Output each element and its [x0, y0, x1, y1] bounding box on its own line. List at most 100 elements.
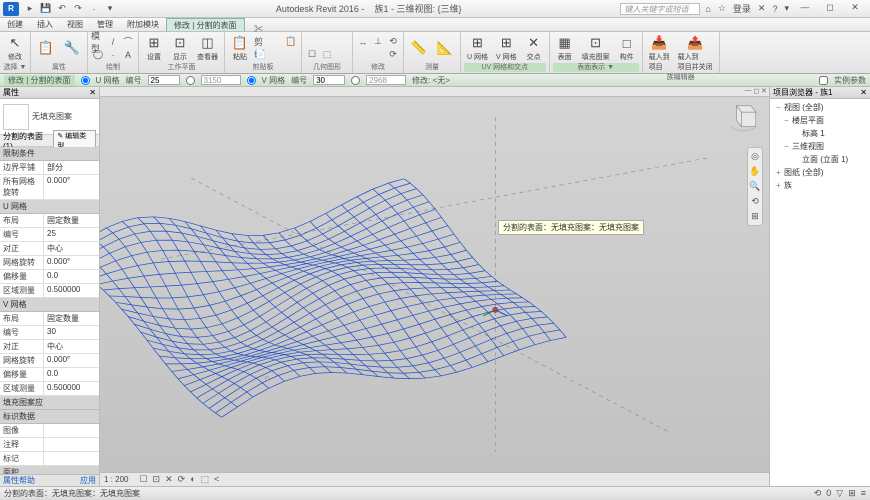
- ribbon-button[interactable]: 🔧: [60, 38, 84, 58]
- prop-row[interactable]: 所有网格旋转0.000°: [0, 175, 99, 200]
- prop-value[interactable]: 0.000°: [44, 354, 99, 367]
- qat-redo-icon[interactable]: ↷: [71, 2, 85, 16]
- v-dist-input[interactable]: [366, 75, 406, 85]
- ribbon-button[interactable]: ⊞V 网格: [493, 33, 520, 63]
- prop-value[interactable]: 0.500000: [44, 284, 99, 297]
- view-control-button[interactable]: <: [214, 474, 219, 484]
- close-icon[interactable]: ✕: [89, 88, 96, 97]
- ribbon-small-button[interactable]: [269, 36, 283, 48]
- close-button[interactable]: ✕: [844, 2, 866, 16]
- ribbon-tab[interactable]: 附加模块: [120, 18, 166, 31]
- ribbon-small-button[interactable]: [335, 36, 349, 48]
- qat-more-icon[interactable]: ▾: [103, 2, 117, 16]
- ribbon-button[interactable]: ⊞设置: [142, 33, 166, 63]
- qat-save-icon[interactable]: 💾: [39, 2, 53, 16]
- prop-value[interactable]: 0.000°: [44, 175, 99, 199]
- prop-value[interactable]: 0.0: [44, 270, 99, 283]
- ribbon-tab[interactable]: 视图: [60, 18, 90, 31]
- ribbon-button[interactable]: 📥载入到项目: [646, 33, 673, 73]
- prop-row[interactable]: 图像: [0, 424, 99, 438]
- view-control-button[interactable]: ⬚: [201, 474, 210, 484]
- ribbon-button[interactable]: 📤载入到项目并关闭: [675, 33, 716, 73]
- prop-row[interactable]: 网格旋转0.000°: [0, 354, 99, 368]
- u-number-input[interactable]: [148, 75, 180, 85]
- viewport[interactable]: — ◻ ✕ 分割的表面：无填充: [100, 87, 770, 486]
- prop-row[interactable]: 布局固定数量: [0, 214, 99, 228]
- prop-group-header[interactable]: V 网格: [0, 298, 99, 312]
- ribbon-small-button[interactable]: 📋: [284, 36, 298, 48]
- instance-param-checkbox[interactable]: [819, 76, 828, 85]
- minimize-button[interactable]: —: [794, 2, 816, 16]
- ribbon-small-button[interactable]: [371, 49, 385, 61]
- browser-header[interactable]: 项目浏览器 - 族1 ✕: [770, 87, 870, 99]
- ribbon-small-button[interactable]: A: [121, 49, 135, 61]
- ribbon-button[interactable]: ⊡填充图案: [579, 33, 613, 63]
- ribbon-button[interactable]: 📋粘贴: [228, 33, 252, 63]
- browser-tree[interactable]: −视图 (全部)−楼层平面标高 1−三维视图立面 (立面 1)+图纸 (全部)+…: [770, 99, 870, 486]
- login-button[interactable]: 登录: [731, 2, 753, 15]
- ribbon-small-button[interactable]: /: [106, 36, 120, 48]
- prop-value[interactable]: 30: [44, 326, 99, 339]
- nav-wheel-icon[interactable]: ◎: [751, 151, 759, 162]
- qat-open-icon[interactable]: ▸: [23, 2, 37, 16]
- ribbon-small-button[interactable]: [305, 36, 319, 48]
- viewcube[interactable]: [727, 101, 759, 133]
- prop-value[interactable]: [44, 424, 99, 437]
- infocenter-icon[interactable]: ⌂: [703, 4, 712, 14]
- ribbon-small-button[interactable]: 模型: [91, 36, 105, 48]
- prop-value[interactable]: 中心: [44, 340, 99, 353]
- ribbon-small-button[interactable]: ⊥: [371, 36, 385, 48]
- u-grid-dist-radio[interactable]: [186, 76, 195, 85]
- ribbon-small-button[interactable]: [356, 49, 370, 61]
- view-control-button[interactable]: ⊡: [153, 474, 161, 484]
- ribbon-button[interactable]: ⊡显示: [168, 33, 192, 63]
- qat-print-icon[interactable]: ·: [87, 2, 101, 16]
- tree-node[interactable]: +族: [772, 179, 868, 192]
- ribbon-tab[interactable]: 插入: [30, 18, 60, 31]
- ribbon-button[interactable]: 📋: [34, 38, 58, 58]
- ribbon-button[interactable]: □构件: [615, 33, 639, 63]
- status-button[interactable]: ▽: [836, 488, 843, 498]
- ribbon-button[interactable]: 📐: [433, 38, 457, 58]
- status-button[interactable]: ≡: [861, 488, 866, 498]
- tree-node[interactable]: 立面 (立面 1): [772, 153, 868, 166]
- ribbon-small-button[interactable]: 📄: [254, 49, 268, 61]
- ribbon-small-button[interactable]: ⌒: [121, 36, 135, 48]
- prop-row[interactable]: 编号30: [0, 326, 99, 340]
- nav-look-icon[interactable]: ⊞: [751, 211, 759, 222]
- prop-row[interactable]: 标记: [0, 452, 99, 466]
- ribbon-small-button[interactable]: ✂ 剪切: [254, 36, 268, 48]
- prop-row[interactable]: 网格旋转0.000°: [0, 256, 99, 270]
- prop-row[interactable]: 区域测量0.500000: [0, 382, 99, 396]
- ribbon-small-button[interactable]: ↔: [356, 36, 370, 48]
- ribbon-tab[interactable]: 创建: [0, 18, 30, 31]
- prop-row[interactable]: 边界平铺部分: [0, 161, 99, 175]
- ribbon-tab[interactable]: 修改 | 分割的表面: [166, 18, 245, 31]
- ribbon-button[interactable]: ✕交点: [522, 33, 546, 63]
- prop-value[interactable]: 0.0: [44, 368, 99, 381]
- prop-value[interactable]: 25: [44, 228, 99, 241]
- tree-node[interactable]: −楼层平面: [772, 114, 868, 127]
- prop-row[interactable]: 区域测量0.500000: [0, 284, 99, 298]
- help-search-input[interactable]: 键入关键字或短语: [620, 3, 700, 15]
- prop-value[interactable]: [44, 438, 99, 451]
- prop-group-header[interactable]: 面积: [0, 466, 99, 474]
- u-dist-input[interactable]: [201, 75, 241, 85]
- view-control-button[interactable]: ☐: [139, 474, 147, 484]
- ribbon-small-button[interactable]: ☐: [305, 49, 319, 61]
- prop-row[interactable]: 偏移量0.0: [0, 270, 99, 284]
- v-grid-number-radio[interactable]: [247, 76, 256, 85]
- view-close-icon[interactable]: ✕: [761, 87, 767, 96]
- ribbon-button[interactable]: ▦表面: [553, 33, 577, 63]
- prop-row[interactable]: 对正中心: [0, 242, 99, 256]
- prop-value[interactable]: 0.500000: [44, 382, 99, 395]
- prop-row[interactable]: 编号25: [0, 228, 99, 242]
- prop-value[interactable]: 固定数量: [44, 312, 99, 325]
- ribbon-small-button[interactable]: [269, 49, 283, 61]
- ribbon-small-button[interactable]: ◯: [91, 49, 105, 61]
- prop-value[interactable]: 0.000°: [44, 256, 99, 269]
- prop-group-header[interactable]: 填充图案应: [0, 396, 99, 410]
- prop-row[interactable]: 对正中心: [0, 340, 99, 354]
- exchange-icon[interactable]: ✕: [756, 3, 768, 14]
- prop-value[interactable]: 部分: [44, 161, 99, 174]
